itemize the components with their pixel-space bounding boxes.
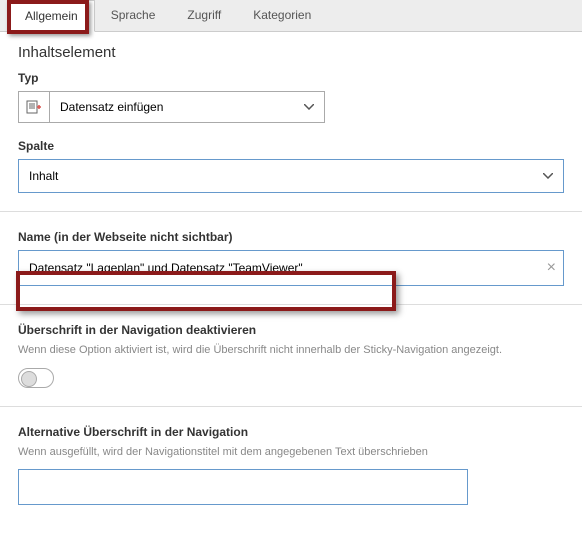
tab-sprache[interactable]: Sprache xyxy=(95,0,172,31)
tab-zugriff[interactable]: Zugriff xyxy=(171,0,237,31)
alt-heading-label: Alternative Überschrift in der Navigatio… xyxy=(18,425,564,439)
nav-disable-help: Wenn diese Option aktiviert ist, wird di… xyxy=(18,343,564,358)
record-insert-icon xyxy=(18,91,50,123)
tab-kategorien[interactable]: Kategorien xyxy=(237,0,327,31)
divider xyxy=(0,211,582,212)
tab-allgemein[interactable]: Allgemein xyxy=(8,0,95,32)
alt-heading-help: Wenn ausgefüllt, wird der Navigationstit… xyxy=(18,445,564,460)
clear-icon[interactable]: × xyxy=(547,259,556,277)
section-title: Inhaltselement xyxy=(18,44,564,61)
name-input[interactable] xyxy=(18,250,564,286)
nav-disable-toggle[interactable] xyxy=(18,368,54,388)
spalte-select[interactable]: Inhalt xyxy=(18,159,564,193)
typ-select[interactable]: Datensatz einfügen xyxy=(50,91,325,123)
tab-bar: Allgemein Sprache Zugriff Kategorien xyxy=(0,0,582,32)
divider xyxy=(0,406,582,407)
typ-label: Typ xyxy=(18,71,564,85)
alt-heading-input[interactable] xyxy=(18,469,468,505)
divider xyxy=(0,304,582,305)
nav-disable-label: Überschrift in der Navigation deaktivier… xyxy=(18,323,564,337)
name-label: Name (in der Webseite nicht sichtbar) xyxy=(18,230,564,244)
spalte-label: Spalte xyxy=(18,139,564,153)
